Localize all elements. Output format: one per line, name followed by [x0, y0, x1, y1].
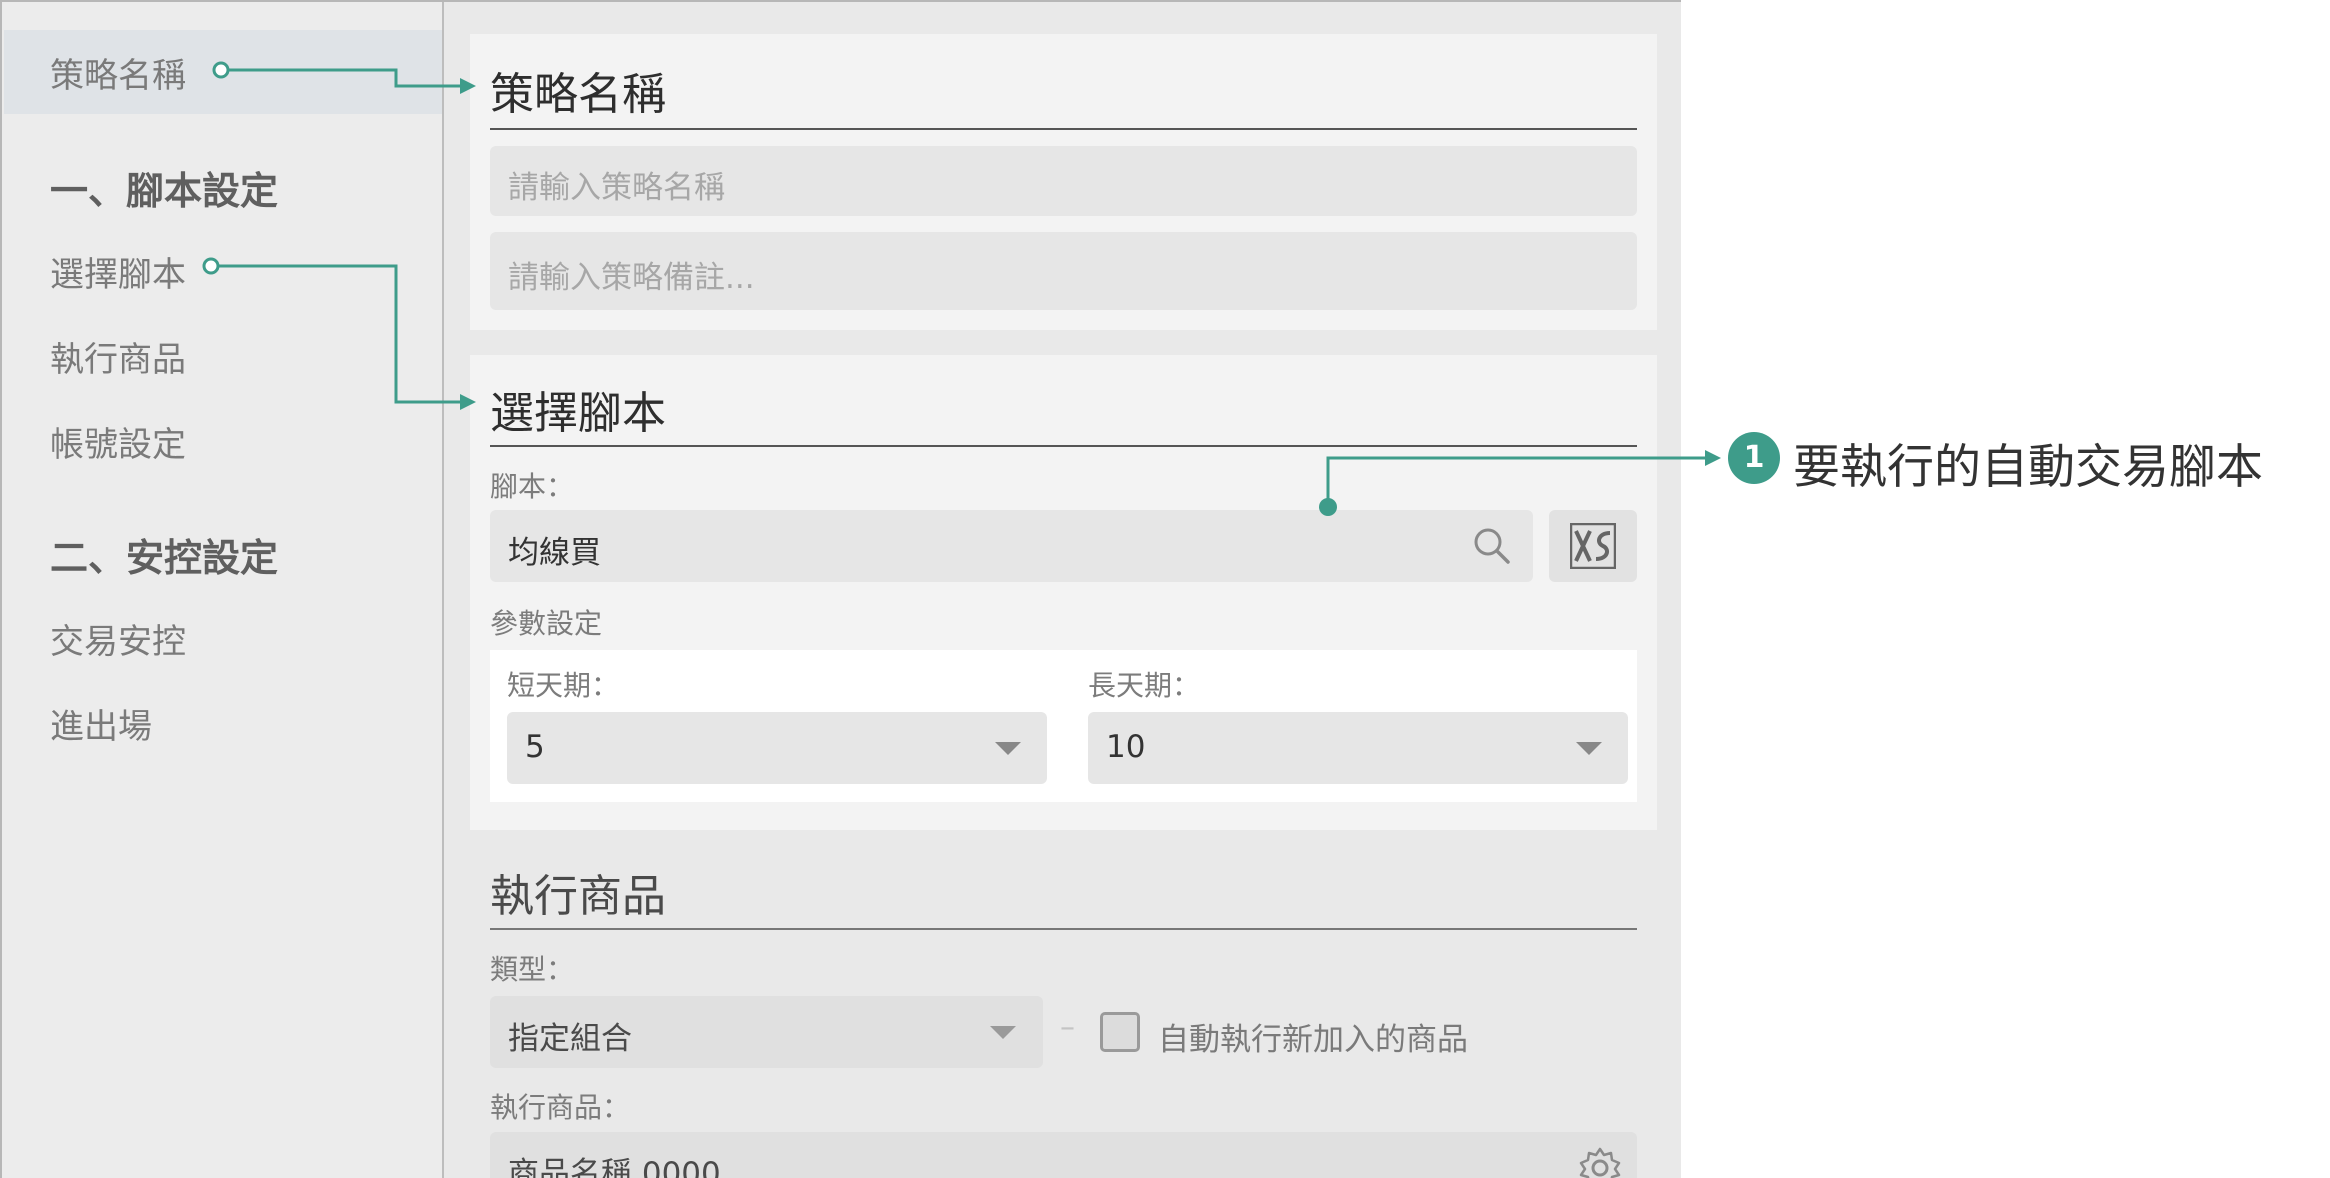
callout-text: 要執行的自動交易腳本: [1793, 440, 2263, 495]
callout-number-badge: 1: [1728, 432, 1780, 484]
annotation-connectors: [202, 61, 1721, 516]
